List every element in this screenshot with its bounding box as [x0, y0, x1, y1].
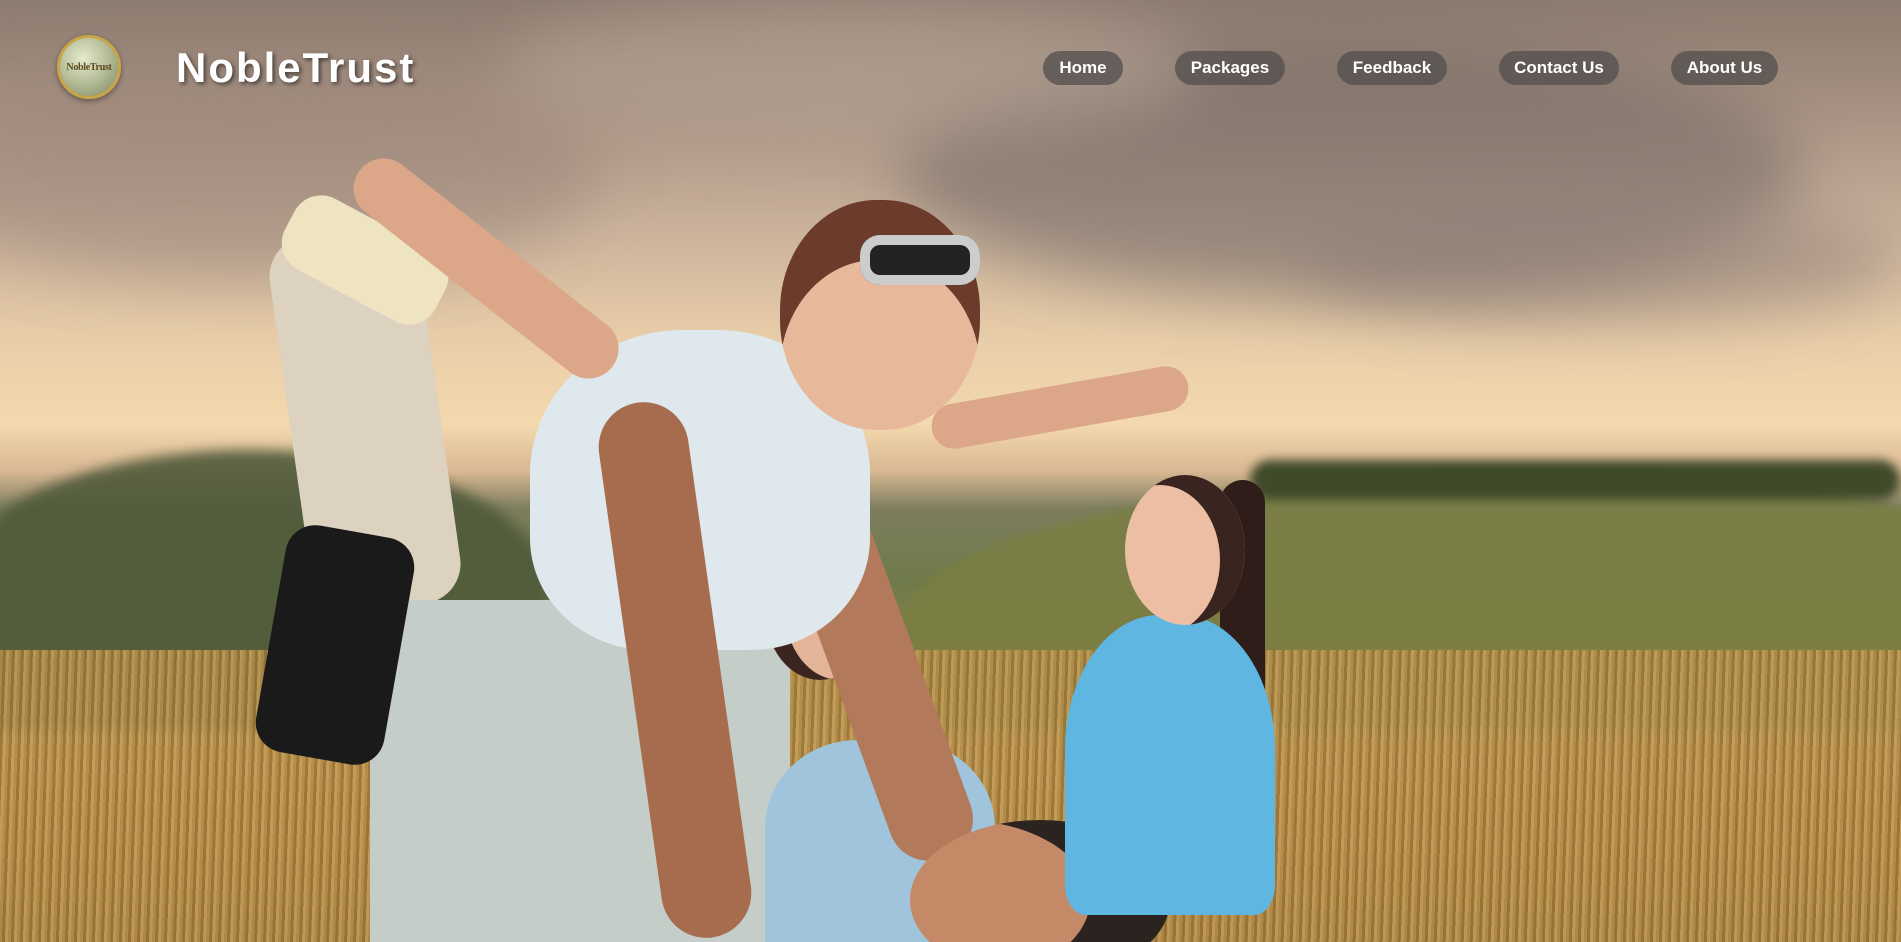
nav-contact-us-button[interactable]: Contact Us	[1499, 51, 1619, 85]
child-arm	[928, 362, 1192, 453]
cloud	[1300, 200, 1900, 320]
hero-banner: NobleTrust NobleTrust Home Packages Feed…	[0, 0, 1901, 942]
tree-line	[1250, 460, 1900, 500]
nav-home-button[interactable]: Home	[1043, 51, 1123, 85]
mother-figure	[1065, 615, 1275, 915]
mother-head	[1125, 475, 1245, 625]
nav-packages-button[interactable]: Packages	[1175, 51, 1285, 85]
nav-about-us-button[interactable]: About Us	[1671, 51, 1778, 85]
aviator-goggles	[860, 235, 980, 285]
main-nav: Home Packages Feedback Contact Us About …	[0, 51, 1901, 85]
nav-feedback-button[interactable]: Feedback	[1337, 51, 1447, 85]
